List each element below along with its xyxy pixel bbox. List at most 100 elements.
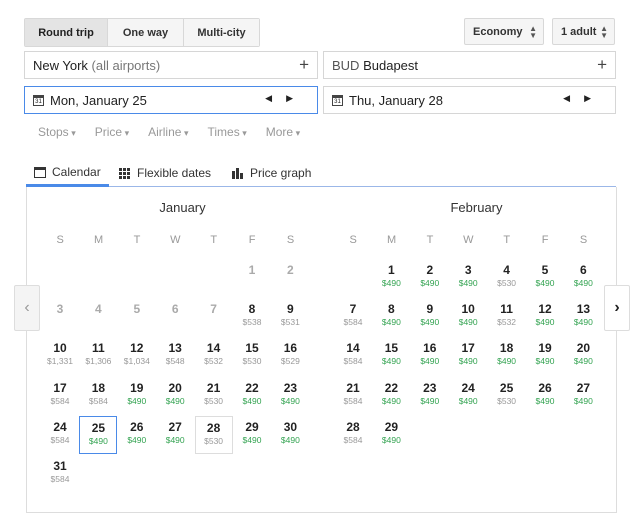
day-number: 19 (130, 380, 144, 395)
one-way-button[interactable]: One way (108, 19, 184, 46)
calendar-day[interactable]: 27 $490 (564, 377, 602, 415)
calendar-day[interactable]: 11 $532 (488, 298, 526, 336)
filter-times[interactable]: Times (207, 125, 246, 139)
calendar-day[interactable]: 10 $1,331 (41, 337, 79, 375)
calendar-day[interactable]: 13 $548 (156, 337, 194, 375)
calendar-day[interactable]: 25 $530 (488, 377, 526, 415)
return-date-field[interactable]: 31 Thu, January 28 ◀▶ (323, 86, 616, 114)
calendar-day[interactable]: 12 $490 (526, 298, 564, 336)
day-price: $490 (458, 356, 478, 367)
filter-stops[interactable]: Stops (38, 125, 76, 139)
calendar-day[interactable]: 26 $490 (118, 416, 156, 454)
calendar-day[interactable]: 9 $490 (411, 298, 449, 336)
day-price: $490 (420, 395, 440, 406)
calendar-day[interactable]: 8 $538 (233, 298, 271, 336)
calendar-day[interactable]: 30 $490 (271, 416, 309, 454)
calendar-day[interactable]: 27 $490 (156, 416, 194, 454)
calendar-day[interactable]: 26 $490 (526, 377, 564, 415)
calendar-icon (34, 166, 46, 178)
day-price: $584 (88, 395, 108, 406)
destination-city: Budapest (363, 57, 419, 73)
calendar-day[interactable]: 21 $584 (334, 377, 372, 415)
calendar-day[interactable]: 5 $490 (526, 259, 564, 297)
calendar-day[interactable]: 17 $490 (449, 337, 487, 375)
cabin-class-dropdown[interactable]: Economy ▲ ▼ (464, 18, 544, 45)
day-number: 9 (426, 302, 434, 317)
tab-calendar[interactable]: Calendar (26, 160, 109, 187)
add-origin-plus-icon[interactable]: + (299, 55, 309, 75)
day-price: $490 (242, 395, 262, 406)
calendar-day[interactable]: 19 $490 (118, 377, 156, 415)
day-price: $490 (458, 317, 478, 328)
calendar-day[interactable]: 16 $490 (411, 337, 449, 375)
day-price: $584 (343, 395, 363, 406)
calendar-day[interactable]: 13 $490 (564, 298, 602, 336)
calendar-day[interactable]: 19 $490 (526, 337, 564, 375)
round-trip-button[interactable]: Round trip (25, 19, 108, 46)
tab-price-graph-label: Price graph (250, 166, 312, 180)
departure-date-field[interactable]: 31 Mon, January 25 ◀▶ (24, 86, 318, 114)
calendar-day[interactable]: 4 $530 (488, 259, 526, 297)
calendar-day[interactable]: 28 $584 (334, 416, 372, 454)
day-number: 18 (499, 341, 514, 356)
calendar-day[interactable]: 12 $1,034 (118, 337, 156, 375)
day-price: $490 (127, 434, 147, 445)
calendar-day[interactable]: 10 $490 (449, 298, 487, 336)
prev-month-button[interactable]: ‹ (14, 285, 40, 331)
passengers-dropdown[interactable]: 1 adult ▲ ▼ (552, 18, 615, 45)
calendar-day[interactable]: 24 $490 (449, 377, 487, 415)
calendar-day[interactable]: 21 $530 (195, 377, 233, 415)
day-price: $490 (420, 317, 440, 328)
calendar-day[interactable]: 22 $490 (233, 377, 271, 415)
day-number: 27 (168, 419, 182, 434)
calendar-day[interactable]: 15 $490 (372, 337, 410, 375)
calendar-day[interactable]: 7 $584 (334, 298, 372, 336)
calendar-day[interactable]: 24 $584 (41, 416, 79, 454)
calendar-day[interactable]: 14 $584 (334, 337, 372, 375)
calendar-day[interactable]: 22 $490 (372, 377, 410, 415)
calendar-day[interactable]: 29 $490 (372, 416, 410, 454)
filter-airline[interactable]: Airline (148, 125, 188, 139)
calendar-day[interactable]: 29 $490 (233, 416, 271, 454)
calendar-day[interactable]: 23 $490 (411, 377, 449, 415)
calendar-day[interactable]: 18 $584 (79, 377, 117, 415)
departure-date-arrows[interactable]: ◀▶ (265, 93, 307, 104)
calendar-day[interactable]: 15 $530 (233, 337, 271, 375)
calendar-icon: 31 (332, 94, 343, 106)
calendar-day[interactable]: 18 $490 (488, 337, 526, 375)
return-date-arrows[interactable]: ◀▶ (563, 93, 605, 104)
day-number: 6 (580, 263, 587, 277)
calendar-day[interactable]: 1 $490 (372, 259, 410, 297)
add-destination-plus-icon[interactable]: + (597, 55, 607, 75)
calendar-day[interactable]: 2 $490 (411, 259, 449, 297)
calendar-day[interactable]: 11 $1,306 (79, 337, 117, 375)
calendar-day[interactable]: 6 $490 (564, 259, 602, 297)
next-month-button[interactable]: › (604, 285, 630, 331)
day-price: $529 (280, 356, 300, 367)
day-number: 13 (576, 302, 591, 317)
calendar-day[interactable]: 9 $531 (271, 298, 309, 336)
day-price: $548 (165, 356, 185, 367)
day-number: 3 (56, 302, 64, 317)
multi-city-button[interactable]: Multi-city (184, 19, 259, 46)
calendar-day[interactable]: 8 $490 (372, 298, 410, 336)
origin-field[interactable]: New York (all airports) + (24, 51, 318, 79)
day-price: $490 (420, 356, 440, 367)
day-number: 1 (248, 263, 256, 277)
tab-flexible-dates[interactable]: Flexible dates (119, 160, 211, 186)
day-price: $490 (88, 435, 108, 446)
tab-price-graph[interactable]: Price graph (232, 160, 311, 186)
calendar-day[interactable]: 23 $490 (271, 377, 309, 415)
calendar-day[interactable]: 16 $529 (271, 337, 309, 375)
destination-field[interactable]: BUD Budapest + (323, 51, 616, 79)
calendar-day[interactable]: 14 $532 (195, 337, 233, 375)
calendar-day[interactable]: 3 $490 (449, 259, 487, 297)
calendar-day[interactable]: 17 $584 (41, 377, 79, 415)
calendar-day[interactable]: 31 $584 (41, 455, 79, 493)
filter-more[interactable]: More (266, 125, 300, 139)
calendar-day[interactable]: 20 $490 (156, 377, 194, 415)
calendar-day[interactable]: 25 $490 (79, 415, 118, 454)
calendar-day[interactable]: 28 $530 (194, 415, 233, 454)
filter-price[interactable]: Price (95, 125, 129, 139)
calendar-day[interactable]: 20 $490 (564, 337, 602, 375)
